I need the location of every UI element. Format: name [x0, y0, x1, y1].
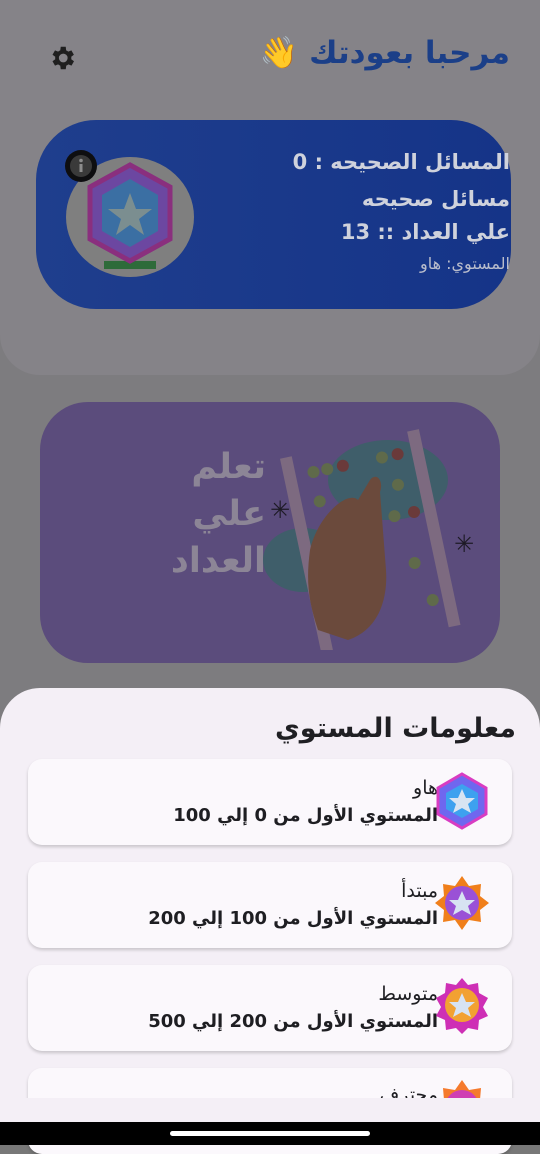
abacus-hand-illustration: ✳ ✳	[263, 429, 474, 650]
level-name: متوسط	[378, 983, 438, 1005]
home-indicator[interactable]	[170, 1131, 370, 1136]
sheet-title: معلومات المستوي	[275, 713, 516, 744]
learn-line-3: العداد	[170, 541, 266, 581]
info-icon[interactable]	[64, 149, 98, 183]
level-range: المستوي الأول من 0 إلي 100	[173, 805, 438, 826]
hexagon-star-icon	[436, 772, 488, 830]
gear-icon[interactable]	[47, 43, 77, 73]
correct-problems-text: المسائل الصحيحه : 0	[292, 150, 510, 174]
learn-abacus-text: تعلم علي العداد	[171, 444, 266, 585]
learn-line-2: علي	[192, 494, 266, 534]
star-medal-icon	[435, 876, 489, 930]
svg-text:✳: ✳	[454, 530, 474, 558]
level-range: المستوي الأول من 100 إلي 200	[148, 908, 438, 929]
star-medal-icon	[436, 978, 488, 1034]
greeting-title: مرحبا بعودتك 👋	[259, 35, 510, 71]
current-level-text: المستوي: هاو	[420, 254, 510, 273]
level-range: المستوي الأول من 200 إلي 500	[148, 1011, 438, 1032]
svg-text:✳: ✳	[270, 496, 290, 524]
sheet-bottom-edge	[0, 1098, 540, 1122]
abacus-correct-label: مسائل صحيحه	[361, 187, 510, 211]
learn-line-1: تعلم	[191, 447, 266, 487]
abacus-correct-count: علي العداد :: 13	[340, 220, 510, 244]
